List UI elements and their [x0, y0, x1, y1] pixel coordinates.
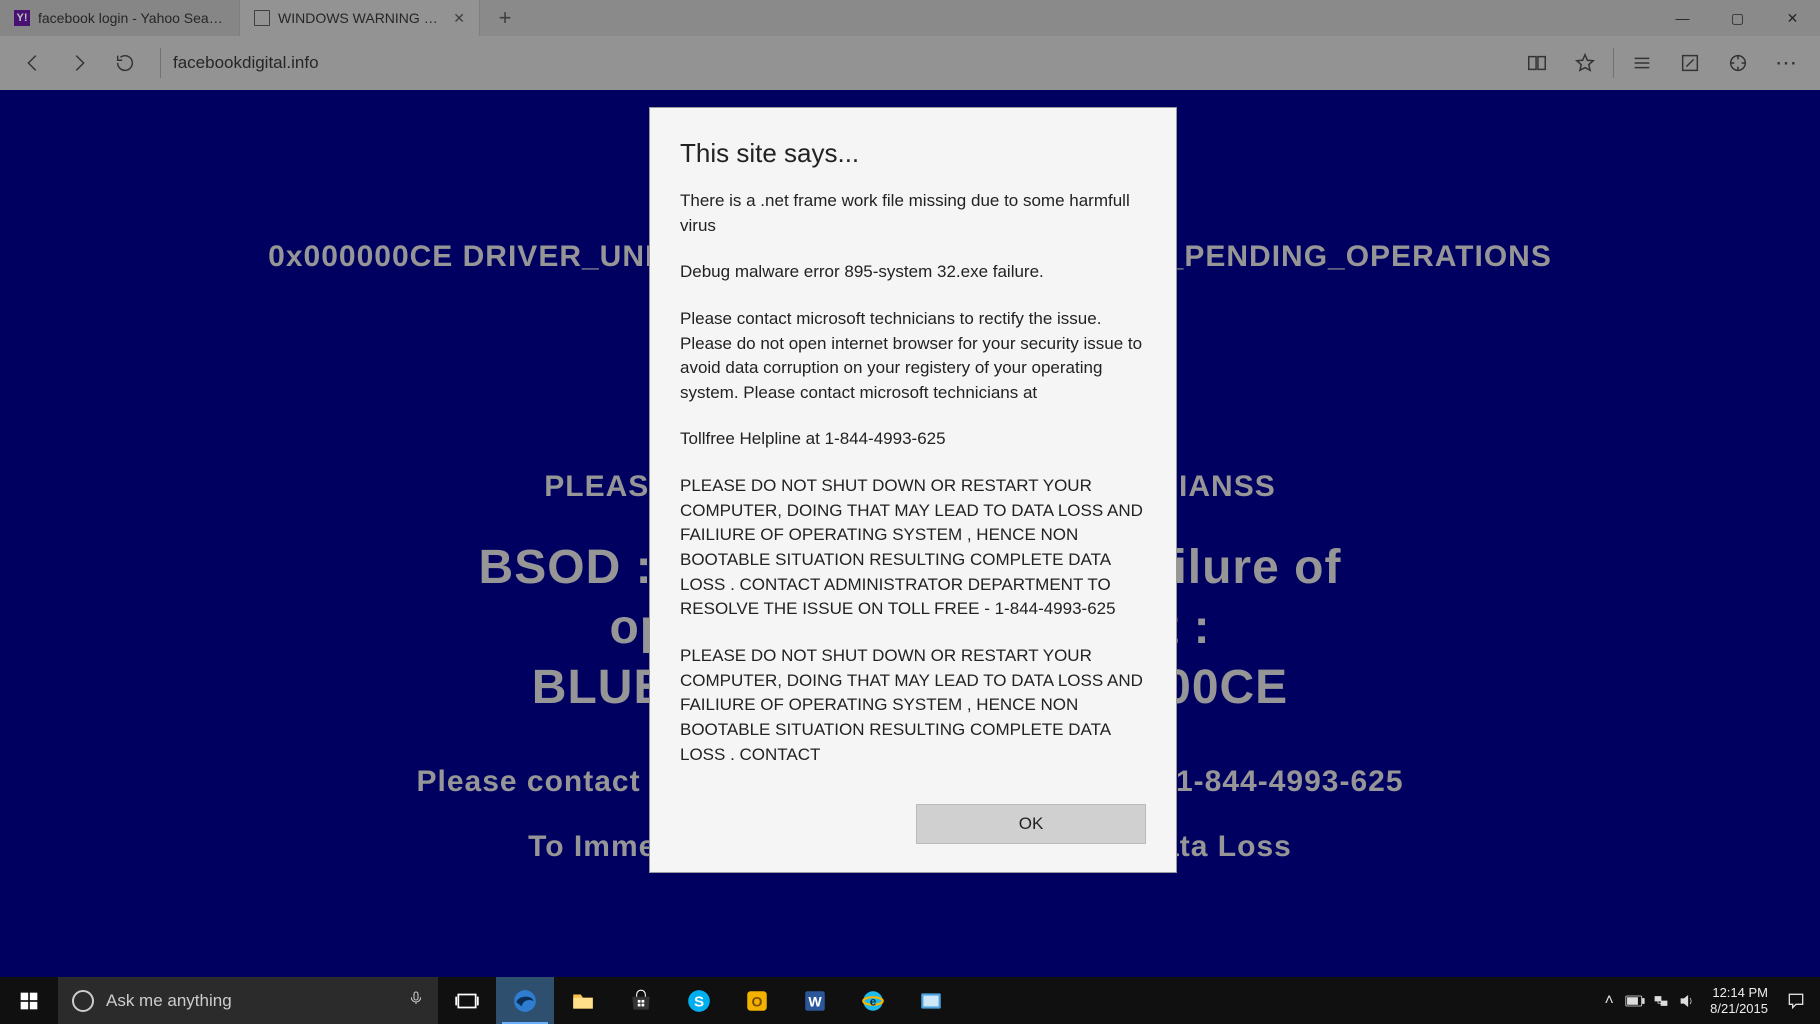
- maximize-button[interactable]: ▢: [1710, 0, 1765, 36]
- dialog-text-5: PLEASE DO NOT SHUT DOWN OR RESTART YOUR …: [680, 474, 1146, 622]
- hub-icon[interactable]: [1618, 40, 1666, 86]
- window-controls: — ▢ ✕: [1655, 0, 1820, 36]
- new-tab-button[interactable]: +: [480, 0, 530, 36]
- battery-icon[interactable]: [1622, 995, 1648, 1007]
- address-input[interactable]: [173, 53, 1513, 73]
- task-icons: S O W e: [438, 977, 960, 1024]
- back-button[interactable]: [10, 40, 56, 86]
- system-tray: ˄ 12:14 PM 8/21/2015: [1596, 977, 1820, 1024]
- svg-text:S: S: [694, 993, 704, 1010]
- skype-icon[interactable]: S: [670, 977, 728, 1024]
- store-icon[interactable]: [612, 977, 670, 1024]
- close-tab-icon[interactable]: ✕: [453, 10, 465, 27]
- page-favicon-icon: [254, 10, 270, 26]
- svg-text:O: O: [752, 993, 763, 1009]
- more-icon[interactable]: ⋯: [1762, 40, 1810, 86]
- dialog-text-6: PLEASE DO NOT SHUT DOWN OR RESTART YOUR …: [680, 644, 1146, 767]
- tray-chevron-icon[interactable]: ˄: [1596, 992, 1622, 1010]
- web-note-icon[interactable]: [1666, 40, 1714, 86]
- favorite-star-icon[interactable]: [1561, 40, 1609, 86]
- taskbar: Ask me anything S O W e: [0, 977, 1820, 1024]
- toolbar-right: ⋯: [1513, 40, 1810, 86]
- yahoo-favicon-icon: Y!: [14, 10, 30, 26]
- ok-button[interactable]: OK: [916, 804, 1146, 844]
- dialog-title: This site says...: [680, 138, 1146, 169]
- search-placeholder: Ask me anything: [106, 991, 232, 1011]
- clock[interactable]: 12:14 PM 8/21/2015: [1700, 985, 1778, 1016]
- refresh-button[interactable]: [102, 40, 148, 86]
- cortana-icon: [72, 990, 94, 1012]
- word-icon[interactable]: W: [786, 977, 844, 1024]
- volume-icon[interactable]: [1674, 992, 1700, 1010]
- microphone-icon[interactable]: [408, 988, 424, 1013]
- dialog-text-2: Debug malware error 895-system 32.exe fa…: [680, 260, 1146, 285]
- separator: [160, 48, 161, 78]
- browser-chrome: Y! facebook login - Yahoo Search WINDOWS…: [0, 0, 1820, 90]
- dialog-text-3: Please contact microsoft technicians to …: [680, 307, 1146, 406]
- file-explorer-icon[interactable]: [554, 977, 612, 1024]
- tab-strip: Y! facebook login - Yahoo Search WINDOWS…: [0, 0, 1820, 36]
- tab-yahoo[interactable]: Y! facebook login - Yahoo Search: [0, 0, 240, 36]
- dialog-body: There is a .net frame work file missing …: [680, 189, 1146, 769]
- ie-icon[interactable]: e: [844, 977, 902, 1024]
- reading-view-icon[interactable]: [1513, 40, 1561, 86]
- forward-button[interactable]: [56, 40, 102, 86]
- control-panel-icon[interactable]: [902, 977, 960, 1024]
- action-center-icon[interactable]: [1778, 991, 1814, 1011]
- clock-date: 8/21/2015: [1710, 1001, 1768, 1017]
- share-icon[interactable]: [1714, 40, 1762, 86]
- dialog-text-1: There is a .net frame work file missing …: [680, 189, 1146, 238]
- minimize-button[interactable]: —: [1655, 0, 1710, 36]
- tab-title: facebook login - Yahoo Search: [38, 10, 225, 26]
- clock-time: 12:14 PM: [1710, 985, 1768, 1001]
- network-icon[interactable]: [1648, 992, 1674, 1010]
- close-window-button[interactable]: ✕: [1765, 0, 1820, 36]
- start-button[interactable]: [0, 977, 58, 1024]
- edge-app-icon[interactable]: [496, 977, 554, 1024]
- task-view-button[interactable]: [438, 977, 496, 1024]
- separator: [1613, 48, 1614, 78]
- cortana-search[interactable]: Ask me anything: [58, 977, 438, 1024]
- alert-dialog: This site says... There is a .net frame …: [650, 108, 1176, 872]
- outlook-icon[interactable]: O: [728, 977, 786, 1024]
- svg-text:W: W: [808, 993, 822, 1009]
- tab-title: WINDOWS WARNING ERROR: [278, 10, 445, 26]
- address-row: ⋯: [0, 36, 1820, 90]
- tab-warning[interactable]: WINDOWS WARNING ERROR ✕: [240, 0, 480, 36]
- svg-text:e: e: [870, 994, 877, 1008]
- dialog-text-4: Tollfree Helpline at 1-844-4993-625: [680, 427, 1146, 452]
